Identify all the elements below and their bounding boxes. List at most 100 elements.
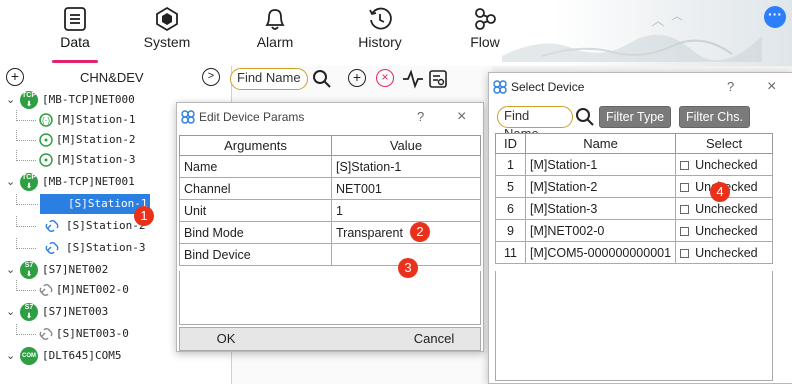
tree-item-label: [S]NET003-0 xyxy=(56,327,129,340)
search-icon[interactable] xyxy=(575,107,595,127)
select-label: Unchecked xyxy=(695,245,758,260)
value-cell[interactable]: NET001 xyxy=(331,177,481,200)
table-row[interactable]: Bind Device xyxy=(179,243,481,266)
filter-channels-button[interactable]: Filter Chs. xyxy=(679,106,750,128)
top-nav: Data System Alarm History Flow ··· xyxy=(0,0,792,66)
column-header: ID xyxy=(495,133,526,154)
delete-icon[interactable]: × xyxy=(376,69,394,87)
tree-branch xyxy=(16,130,36,141)
tree-branch xyxy=(16,280,36,291)
chevron-right-icon[interactable]: > xyxy=(202,68,220,86)
name-cell: [M]NET002-0 xyxy=(524,219,677,242)
table-row[interactable]: 6 [M]Station-3 Unchecked xyxy=(495,197,773,220)
tree-branch xyxy=(16,150,36,161)
panel-title: CHN&DEV xyxy=(80,70,144,85)
select-label: Unchecked xyxy=(695,223,758,238)
dialog-title-bar: Select Device xyxy=(489,73,792,101)
app-logo-icon xyxy=(181,110,195,124)
signal-icon xyxy=(39,133,53,147)
list-icon xyxy=(64,7,86,31)
step-badge: 4 xyxy=(710,182,730,202)
table-row[interactable]: Unit 1 xyxy=(179,199,481,222)
tree-branch xyxy=(16,238,36,249)
help-icon[interactable]: ? xyxy=(727,73,734,101)
tree-item-label: [S7]NET002 xyxy=(42,263,109,276)
ok-button[interactable]: OK xyxy=(180,328,272,350)
panel-header: + CHN&DEV > xyxy=(0,66,232,88)
table-row[interactable]: 1 [M]Station-1 Unchecked xyxy=(495,153,773,176)
table-row[interactable]: Channel NET001 xyxy=(179,177,481,200)
signal-icon xyxy=(39,153,53,167)
table-row[interactable]: 9 [M]NET002-0 Unchecked xyxy=(495,219,773,242)
checkbox[interactable] xyxy=(680,160,690,170)
name-cell: [M]COM5-000000000001 xyxy=(524,241,677,264)
landscape-decoration xyxy=(502,16,762,62)
nav-system[interactable]: System xyxy=(132,2,202,62)
dialog-title-bar: Edit Device Params xyxy=(177,103,483,131)
tree-item-label: [S7]NET003 xyxy=(42,305,109,318)
nav-data[interactable]: Data xyxy=(40,2,110,63)
link-icon xyxy=(39,328,53,340)
tree-item-slave-selected[interactable]: [S]Station-1 xyxy=(40,194,150,214)
nav-label: Data xyxy=(60,34,90,50)
arg-cell: Unit xyxy=(179,199,332,222)
nav-history[interactable]: History xyxy=(345,2,415,62)
bell-icon xyxy=(265,9,285,30)
id-cell: 5 xyxy=(495,175,526,198)
id-cell: 6 xyxy=(495,197,526,220)
find-name-input[interactable]: Find Name xyxy=(497,106,573,141)
pulse-icon[interactable] xyxy=(402,69,424,89)
checkbox[interactable] xyxy=(680,182,690,192)
table-empty-area xyxy=(495,271,773,381)
table-row[interactable]: 5[M]Station-2Unchecked xyxy=(495,175,773,198)
link-icon xyxy=(45,242,59,254)
tree-item-label: [M]Station-2 xyxy=(56,133,136,146)
chevron-down-icon[interactable]: ⌄ xyxy=(6,260,15,280)
add-icon[interactable]: + xyxy=(348,69,366,87)
value-cell[interactable]: [S]Station-1 xyxy=(331,155,481,178)
close-icon[interactable]: × xyxy=(767,73,776,101)
checkbox[interactable] xyxy=(680,226,690,236)
add-icon[interactable]: + xyxy=(6,68,24,86)
tree-branch xyxy=(16,194,38,205)
filter-type-button[interactable]: Filter Type xyxy=(599,106,672,128)
select-cell[interactable]: Unchecked xyxy=(675,153,773,176)
system-icon xyxy=(156,6,178,32)
table-row[interactable]: Bind Mode Transparent xyxy=(179,221,481,244)
com-channel-icon: COM xyxy=(20,347,38,365)
chevron-down-icon[interactable]: ⌄ xyxy=(6,172,15,192)
chevron-down-icon[interactable]: ⌄ xyxy=(6,302,15,322)
chevron-down-icon[interactable]: ⌄ xyxy=(6,346,15,366)
checkbox[interactable] xyxy=(680,248,690,258)
arg-cell: Bind Device xyxy=(179,243,332,266)
filter-list-icon[interactable] xyxy=(428,69,448,89)
step-badge: 2 xyxy=(410,222,430,242)
history-icon xyxy=(369,7,392,30)
flow-icon xyxy=(475,8,496,30)
svg-text:((·)): ((·)) xyxy=(39,116,53,125)
value-cell[interactable]: Transparent xyxy=(331,221,481,244)
table-row[interactable]: 11 [M]COM5-000000000001 Unchecked xyxy=(495,241,773,264)
tree-branch xyxy=(16,324,36,335)
tree-item-label: [MB-TCP]NET000 xyxy=(42,93,135,106)
nav-flow[interactable]: Flow xyxy=(450,2,520,62)
column-header: Arguments xyxy=(179,135,332,156)
help-icon[interactable]: ? xyxy=(417,103,424,131)
table-row[interactable]: Name [S]Station-1 xyxy=(179,155,481,178)
close-icon[interactable]: × xyxy=(457,103,466,131)
name-cell: [M]Station-3 xyxy=(524,197,677,220)
chevron-down-icon[interactable]: ⌄ xyxy=(6,90,15,110)
checkbox[interactable] xyxy=(680,204,690,214)
arg-cell: Channel xyxy=(179,177,332,200)
name-cell: [M]Station-1 xyxy=(524,153,677,176)
cancel-button[interactable]: Cancel xyxy=(388,328,480,350)
nav-alarm[interactable]: Alarm xyxy=(240,2,310,62)
more-menu-icon[interactable]: ··· xyxy=(764,6,786,28)
tree-item-label: [M]NET002-0 xyxy=(56,283,129,296)
s7-channel-icon: S7 ⬇ xyxy=(20,261,38,279)
value-cell[interactable]: 1 xyxy=(331,199,481,222)
search-icon[interactable] xyxy=(312,69,332,89)
select-cell[interactable]: Unchecked xyxy=(675,241,773,264)
select-cell[interactable]: Unchecked xyxy=(675,219,773,242)
find-name-input[interactable]: Find Name xyxy=(230,68,308,90)
